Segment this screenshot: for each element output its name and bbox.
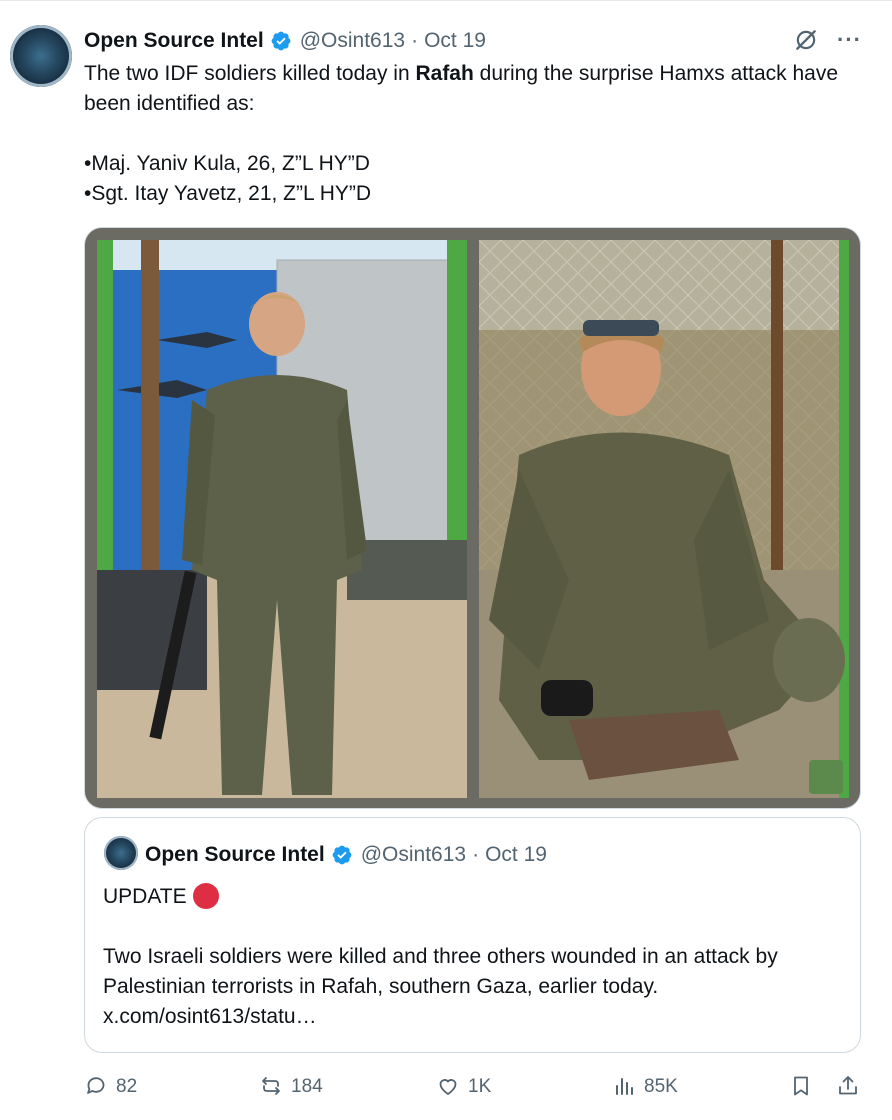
tweet-text-bold: Rafah: [415, 62, 474, 85]
tweet-text-part: The two IDF soldiers killed today in: [84, 62, 416, 85]
quoted-link[interactable]: x.com/osint613/statu…: [103, 1002, 843, 1032]
quoted-author-avatar[interactable]: [104, 836, 138, 870]
soldier-item-2: •Sgt. Itay Yavetz, 21, Z”L HY”D: [84, 182, 372, 205]
update-line: UPDATE: [103, 882, 843, 912]
repost-count: 184: [291, 1075, 323, 1097]
heart-icon: [439, 1079, 457, 1095]
more-icon[interactable]: ···: [837, 29, 862, 51]
views-count: 85K: [644, 1075, 678, 1097]
red-circle-icon: [192, 883, 219, 909]
reply-icon: [87, 1077, 105, 1094]
photo-right-scene: [479, 240, 849, 798]
header-actions: ···: [793, 27, 862, 53]
photo-right: [479, 240, 849, 798]
quoted-text: UPDATE Two Israeli soldiers were killed …: [103, 882, 843, 1032]
quoted-tweet[interactable]: Open Source Intel @Osint613 · Oct 19 UPD…: [84, 817, 861, 1053]
author-avatar[interactable]: [10, 25, 72, 87]
author-handle[interactable]: @Osint613: [300, 29, 405, 53]
quoted-author-handle[interactable]: @Osint613: [361, 843, 466, 867]
tweet-paragraph: The two IDF soldiers killed today in Raf…: [84, 59, 874, 119]
quoted-post-date[interactable]: Oct 19: [485, 843, 547, 867]
quoted-header: Open Source Intel @Osint613 · Oct 19: [145, 840, 547, 870]
views-icon: [616, 1078, 633, 1095]
separator: ·: [411, 29, 419, 52]
reply-count: 82: [116, 1075, 138, 1097]
tweet-header: Open Source Intel @Osint613 · Oct 19: [84, 27, 486, 55]
like-button[interactable]: 1K: [436, 1069, 491, 1103]
photo-left: [97, 240, 467, 798]
soldier-item-1: •Maj. Yaniv Kula, 26, Z”L HY”D: [84, 152, 370, 175]
post-date[interactable]: Oct 19: [424, 29, 486, 53]
media-image[interactable]: [84, 227, 861, 809]
quoted-author-name[interactable]: Open Source Intel: [145, 843, 325, 867]
like-count: 1K: [468, 1075, 492, 1097]
grok-icon[interactable]: [793, 27, 819, 53]
repost-icon: [262, 1077, 280, 1095]
share-button[interactable]: [836, 1069, 868, 1103]
bookmark-icon: [794, 1076, 808, 1096]
author-name[interactable]: Open Source Intel: [84, 29, 264, 53]
verified-badge-icon: [332, 845, 352, 865]
tweet-card[interactable]: Open Source Intel @Osint613 · Oct 19 ···…: [0, 0, 892, 1120]
tweet-text: The two IDF soldiers killed today in Raf…: [84, 59, 874, 209]
quoted-body: Two Israeli soldiers were killed and thr…: [103, 945, 778, 998]
views-button[interactable]: 85K: [612, 1069, 678, 1103]
bookmark-button[interactable]: [789, 1069, 821, 1103]
separator: ·: [472, 843, 480, 866]
update-label: UPDATE: [103, 885, 187, 908]
verified-badge-icon: [271, 31, 291, 51]
share-icon: [839, 1076, 857, 1095]
reply-button[interactable]: 82: [84, 1069, 137, 1103]
action-bar: 82 184 1K 85K: [84, 1069, 862, 1103]
repost-button[interactable]: 184: [259, 1069, 323, 1103]
photo-left-scene: [97, 240, 467, 798]
